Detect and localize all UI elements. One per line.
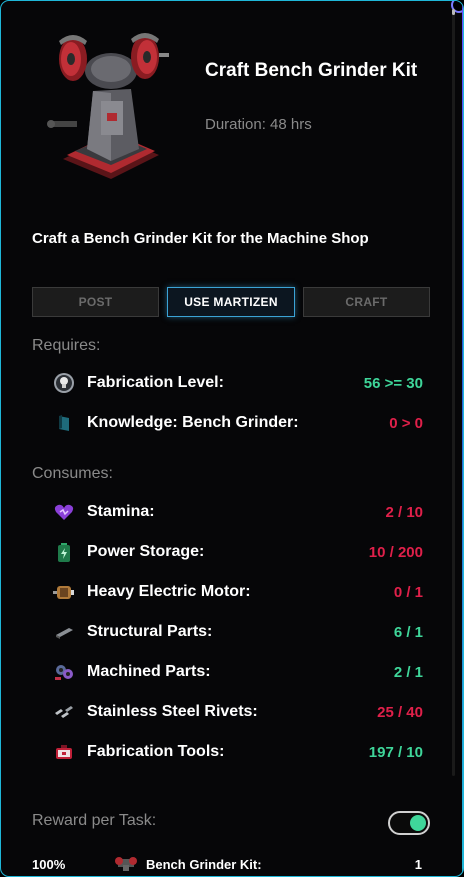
consume-label: Heavy Electric Motor: — [87, 583, 251, 600]
battery-icon — [51, 541, 77, 563]
consume-row: Fabrication Tools: 197 / 10 — [51, 740, 423, 764]
consume-row: Heavy Electric Motor: 0 / 1 — [51, 580, 423, 604]
recipe-title: Craft Bench Grinder Kit — [205, 60, 418, 81]
knowledge-book-icon — [51, 412, 77, 434]
structural-parts-icon — [51, 621, 77, 643]
reward-percent: 100% — [32, 856, 66, 872]
stamina-heart-icon — [51, 501, 77, 523]
requires-heading: Requires: — [32, 337, 101, 354]
consume-row: Machined Parts: 2 / 1 — [51, 660, 423, 684]
requirement-value: 56 >= 30 — [363, 374, 423, 392]
consume-label: Stamina: — [87, 503, 155, 520]
requirement-label: Fabrication Level: — [87, 374, 224, 391]
requirement-value: 0 > 0 — [389, 414, 423, 432]
consume-row: Structural Parts: 6 / 1 — [51, 620, 423, 644]
lightbulb-icon — [51, 372, 77, 394]
consume-value: 2 / 1 — [393, 663, 423, 681]
consume-label: Stainless Steel Rivets: — [87, 703, 258, 720]
consumes-heading: Consumes: — [32, 465, 113, 482]
consume-label: Machined Parts: — [87, 663, 211, 680]
bench-grinder-image — [47, 33, 169, 179]
duration-text: Duration: 48 hrs — [205, 116, 312, 133]
rivets-icon — [51, 701, 77, 723]
electric-motor-icon — [51, 581, 77, 603]
consume-value: 2 / 10 — [385, 503, 423, 521]
requirement-row: Fabrication Level: 56 >= 30 — [51, 371, 423, 395]
reward-label: Bench Grinder Kit: — [146, 856, 262, 872]
consume-label: Fabrication Tools: — [87, 743, 225, 760]
requirement-row: Knowledge: Bench Grinder: 0 > 0 — [51, 411, 423, 435]
consume-label: Structural Parts: — [87, 623, 213, 640]
consume-value: 0 / 1 — [393, 583, 423, 601]
consume-value: 197 / 10 — [368, 743, 423, 761]
consume-value: 25 / 40 — [377, 703, 423, 721]
reward-row: 100% Bench Grinder Kit: 1 — [32, 854, 422, 874]
reward-toggle[interactable] — [388, 811, 430, 835]
consume-value: 6 / 1 — [393, 623, 423, 641]
bench-grinder-icon — [114, 855, 138, 873]
machined-parts-icon — [51, 661, 77, 683]
scrollbar[interactable] — [452, 9, 455, 776]
toolbox-icon — [51, 741, 77, 763]
consume-row: Stainless Steel Rivets: 25 / 40 — [51, 700, 423, 724]
craft-panel: Craft Bench Grinder Kit Duration: 48 hrs… — [0, 0, 464, 877]
craft-button[interactable]: CRAFT — [303, 287, 430, 317]
requirement-label: Knowledge: Bench Grinder: — [87, 414, 299, 431]
post-button[interactable]: POST — [32, 287, 159, 317]
consume-row: Power Storage: 10 / 200 — [51, 540, 423, 564]
recipe-description: Craft a Bench Grinder Kit for the Machin… — [32, 230, 369, 247]
reward-value: 1 — [414, 856, 422, 872]
reward-heading: Reward per Task: — [32, 812, 157, 829]
use-martizen-button[interactable]: USE MARTIZEN — [167, 287, 295, 317]
consume-row: Stamina: 2 / 10 — [51, 500, 423, 524]
consume-label: Power Storage: — [87, 543, 205, 560]
consume-value: 10 / 200 — [368, 543, 423, 561]
